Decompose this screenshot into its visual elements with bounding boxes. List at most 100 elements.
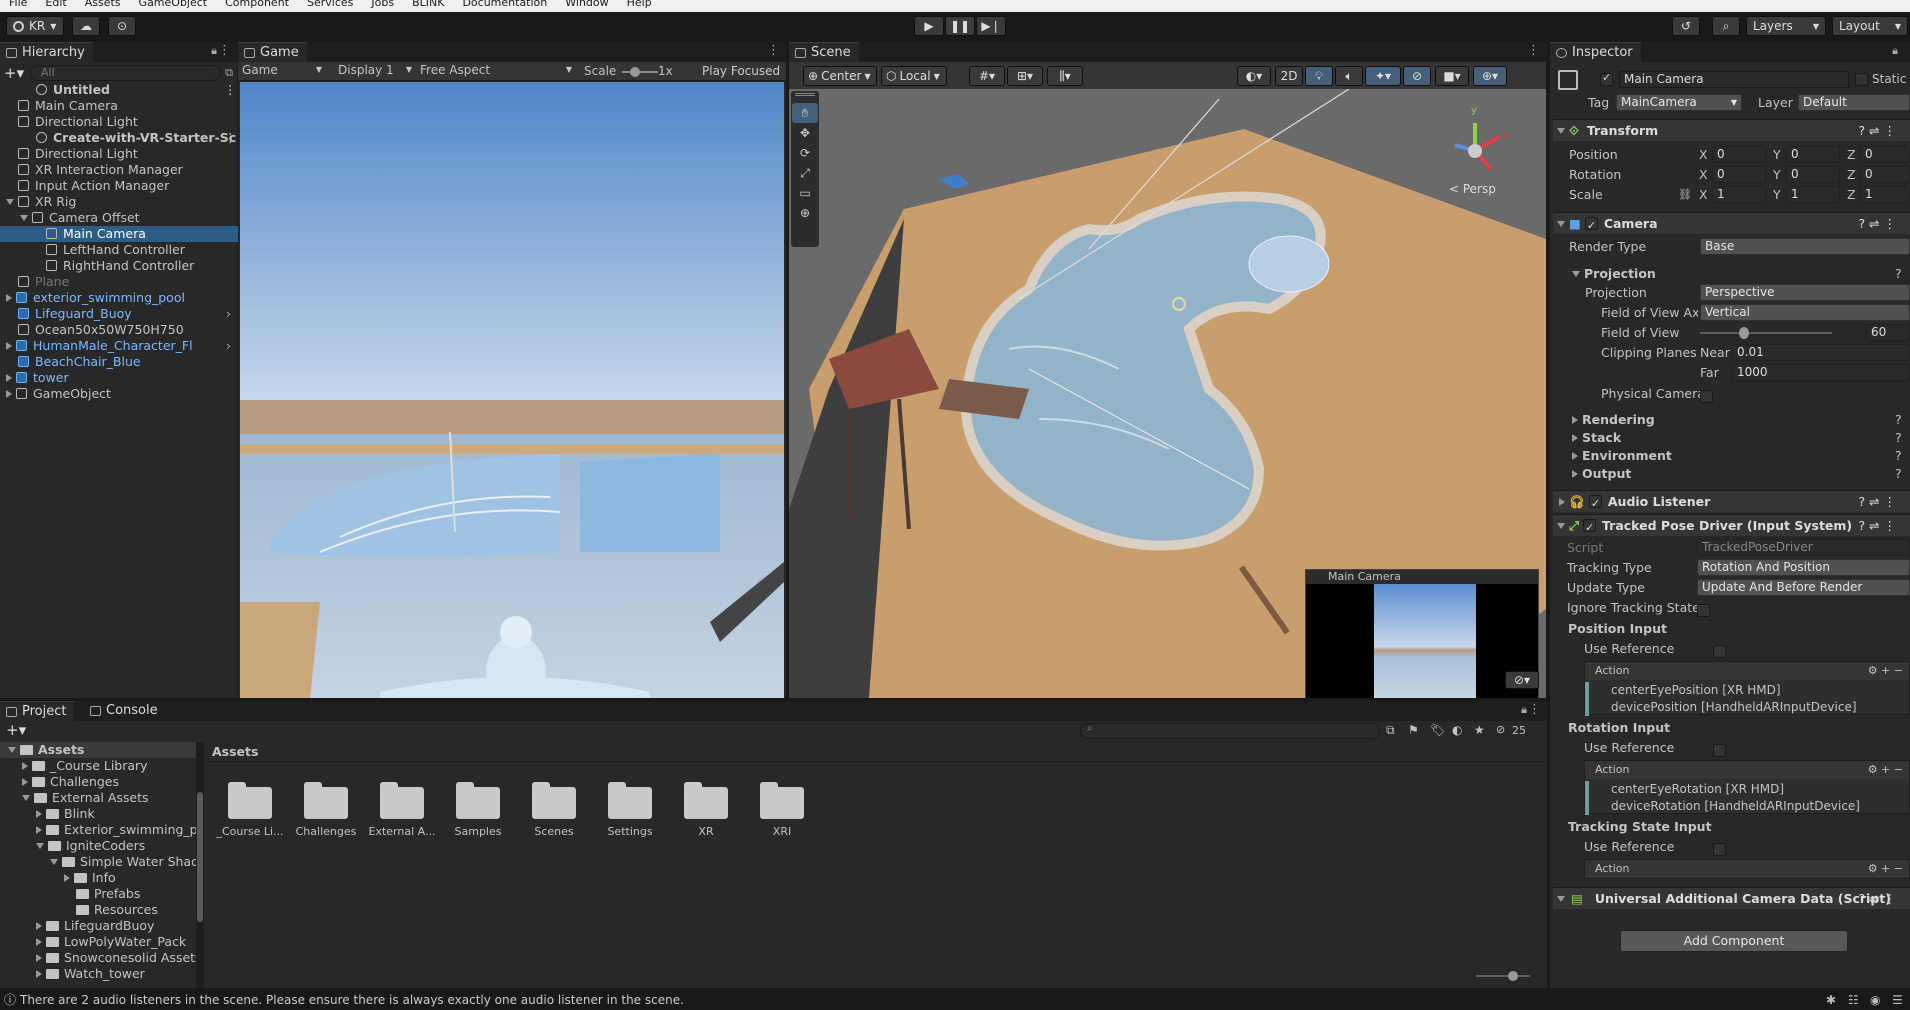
position-action-binding[interactable]: devicePosition [HandheldARInputDevice] <box>1585 699 1909 716</box>
scale-slider-thumb[interactable] <box>630 67 640 77</box>
pos-use-reference-checkbox[interactable] <box>1713 645 1726 658</box>
rotation-action-binding[interactable]: centerEyeRotation [XR HMD] <box>1585 781 1909 798</box>
expand-arrow-icon[interactable] <box>6 342 12 350</box>
component-actions-icon[interactable]: ? ⇌ ⋮ <box>1858 213 1896 235</box>
project-tree-item[interactable]: Simple Water Shader <box>0 854 200 870</box>
project-tree-item[interactable]: LowPolyWater_Pack <box>0 934 200 950</box>
collapse-arrow-icon[interactable] <box>50 859 58 865</box>
favorite-icon[interactable]: ★ <box>1474 723 1485 737</box>
lock-icon[interactable]: 🔒︎ <box>211 44 217 58</box>
static-checkbox[interactable] <box>1855 72 1868 86</box>
expand-arrow-icon[interactable] <box>6 294 12 302</box>
notifications-icon[interactable]: ☰ <box>1892 990 1903 1010</box>
layer-dropdown[interactable]: Default <box>1798 94 1910 111</box>
menu-gameobject[interactable]: GameObject <box>139 0 208 8</box>
project-tree-item[interactable]: Prefabs <box>0 886 200 902</box>
component-actions-icon[interactable]: ? ⇌ ⋮ <box>1858 888 1896 910</box>
transform-header[interactable]: ⟐ Transform ? ⇌ ⋮ <box>1553 119 1910 141</box>
collapse-arrow-icon[interactable] <box>8 747 16 753</box>
active-checkbox[interactable] <box>1600 71 1613 86</box>
account-dropdown[interactable]: KR ▼ <box>6 16 64 36</box>
hierarchy-item[interactable]: Main Camera <box>0 226 240 242</box>
project-breadcrumb[interactable]: Assets <box>206 742 1547 762</box>
lighting-toggle[interactable]: 💡︎ <box>1305 66 1333 86</box>
lock-icon[interactable]: 🔒︎ <box>1521 703 1527 717</box>
fov-field[interactable]: 60 <box>1866 324 1910 341</box>
fov-slider[interactable] <box>1700 327 1832 339</box>
help-icon[interactable]: ? <box>1895 446 1902 466</box>
project-tree-item[interactable]: LifeguardBuoy <box>0 918 200 934</box>
tag-icon[interactable]: 🏷︎ <box>1430 723 1445 737</box>
project-tree-item[interactable]: IgniteCoders <box>0 838 200 854</box>
physical-camera-checkbox[interactable] <box>1700 390 1713 403</box>
component-actions-icon[interactable]: ? ⇌ ⋮ <box>1858 120 1896 142</box>
menu-documentation[interactable]: Documentation <box>462 0 547 8</box>
hierarchy-item[interactable]: exterior_swimming_pool <box>0 290 240 306</box>
tab-game[interactable]: Game <box>238 42 307 62</box>
network-icon[interactable]: ☷ <box>1848 990 1859 1010</box>
environment-foldout[interactable]: Environment? <box>1560 446 1910 466</box>
project-tree-item[interactable]: Blink <box>0 806 200 822</box>
drag-handle-icon[interactable] <box>795 93 815 96</box>
transform-tool-icon[interactable]: ⊕ <box>792 203 818 223</box>
hierarchy-item[interactable]: XR Interaction Manager <box>0 162 240 178</box>
audio-enabled-checkbox[interactable] <box>1588 493 1602 515</box>
near-field[interactable]: 0.01 <box>1732 344 1910 361</box>
help-icon[interactable]: ? <box>1895 264 1902 284</box>
folder-label[interactable]: XRI <box>742 825 822 838</box>
expand-arrow-icon[interactable] <box>22 762 28 770</box>
lock-icon[interactable]: 🔒︎ <box>1892 44 1898 58</box>
expand-arrow-icon[interactable] <box>6 374 12 382</box>
folder-label[interactable]: _Course Li... <box>210 825 290 838</box>
breadcrumb-assets[interactable]: Assets <box>212 744 258 759</box>
camera-header[interactable]: ■ Camera ? ⇌ ⋮ <box>1553 212 1910 237</box>
menu-component[interactable]: Component <box>225 0 289 8</box>
hierarchy-item[interactable]: BeachChair_Blue <box>0 354 240 370</box>
layers-dropdown[interactable]: Layers ▼ <box>1746 16 1826 36</box>
fov-slider-thumb[interactable] <box>1738 327 1749 339</box>
output-foldout[interactable]: Output? <box>1560 464 1910 484</box>
bug-icon[interactable]: ✱ <box>1826 990 1836 1010</box>
aspect-dropdown[interactable]: Free Aspect ▼ <box>420 63 576 80</box>
folder-icon[interactable] <box>530 779 578 821</box>
rot-use-reference-checkbox[interactable] <box>1713 744 1726 757</box>
more-menu-icon[interactable]: ⋮ <box>1527 43 1540 58</box>
scale-z-field[interactable]: 1 <box>1860 186 1910 203</box>
camera-settings-button[interactable]: ■▾ <box>1435 66 1469 86</box>
render-type-dropdown[interactable]: Base <box>1700 238 1910 255</box>
camera-enabled-checkbox[interactable] <box>1584 215 1598 237</box>
snap-increment-button[interactable]: ⊞▾ <box>1007 66 1043 86</box>
rotation-x-field[interactable]: 0 <box>1712 166 1766 183</box>
rotation-y-field[interactable]: 0 <box>1786 166 1840 183</box>
packages-icon[interactable]: ◐ <box>1452 723 1462 737</box>
menu-assets[interactable]: Assets <box>85 0 121 8</box>
position-action-binding[interactable]: centerEyePosition [XR HMD] <box>1585 682 1909 699</box>
action-tools-icon[interactable]: ⚙ + − <box>1868 761 1903 779</box>
folder-label[interactable]: Challenges <box>286 825 366 838</box>
more-menu-icon[interactable]: ⋮ <box>218 43 231 58</box>
toggle-2d-button[interactable]: 2D <box>1275 66 1303 86</box>
hierarchy-item[interactable]: Plane <box>0 274 240 290</box>
move-tool-icon[interactable]: ✥ <box>792 123 818 143</box>
expand-arrow-icon[interactable] <box>36 922 42 930</box>
help-icon[interactable]: ? <box>1895 464 1902 484</box>
persp-label[interactable]: < Persp <box>1449 182 1496 196</box>
collapse-arrow-icon[interactable] <box>20 215 28 221</box>
scene-menu-icon[interactable]: ⋮ <box>224 130 237 146</box>
scene-menu-icon[interactable]: ⋮ <box>224 82 237 98</box>
menu-help[interactable]: Help <box>627 0 652 8</box>
hierarchy-item[interactable]: Lifeguard_Buoy › <box>0 306 240 322</box>
hierarchy-item[interactable]: RightHand Controller <box>0 258 240 274</box>
gizmos-button[interactable]: ⊕▾ <box>1473 66 1507 86</box>
folder-label[interactable]: External A... <box>362 825 442 838</box>
collapse-arrow-icon[interactable] <box>36 843 44 849</box>
scale-x-field[interactable]: 1 <box>1712 186 1766 203</box>
hierarchy-item[interactable]: LeftHand Controller <box>0 242 240 258</box>
position-x-field[interactable]: 0 <box>1712 146 1766 163</box>
menu-services[interactable]: Services <box>307 0 353 8</box>
scale-y-field[interactable]: 1 <box>1786 186 1840 203</box>
grid-snap-button[interactable]: #▾ <box>969 66 1005 86</box>
menu-edit[interactable]: Edit <box>45 0 66 8</box>
uacd-header[interactable]: ▤ Universal Additional Camera Data (Scrip… <box>1553 887 1910 909</box>
folder-icon[interactable] <box>378 779 426 821</box>
